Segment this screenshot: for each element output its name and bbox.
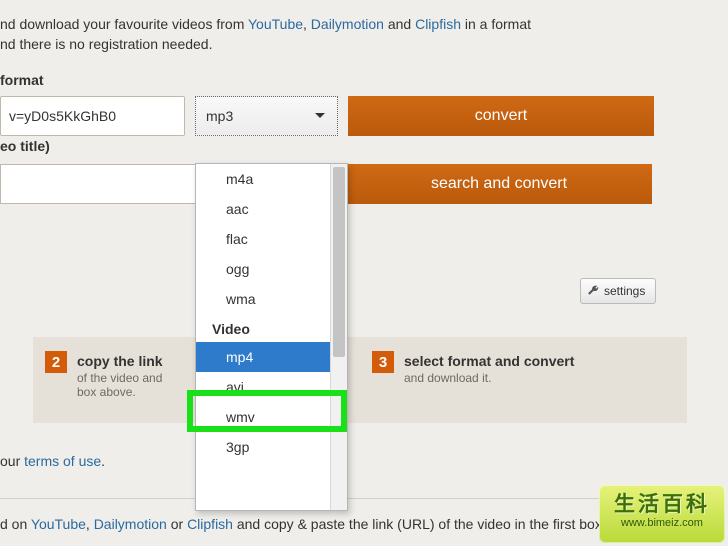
format-select[interactable]: mp3 (195, 96, 338, 136)
watermark: 生活百科 www.bimeiz.com (599, 485, 725, 543)
steps-strip: 2 copy the link of the video and box abo… (33, 337, 687, 423)
dropdown-item-m4a[interactable]: m4a (196, 164, 331, 194)
settings-label: settings (604, 284, 645, 298)
format-select-value: mp3 (206, 108, 233, 124)
video-title-label: eo title) (0, 138, 728, 154)
link-youtube[interactable]: YouTube (248, 16, 303, 32)
footer-link-clipfish[interactable]: Clipfish (187, 516, 233, 532)
watermark-line2: www.bimeiz.com (599, 517, 725, 529)
footer-link-dailymotion[interactable]: Dailymotion (94, 516, 167, 532)
dropdown-item-mp4[interactable]: mp4 (196, 342, 331, 372)
dropdown-item-3gp[interactable]: 3gp (196, 432, 331, 462)
divider (0, 498, 700, 499)
footer-text: d on YouTube, Dailymotion or Clipfish an… (0, 516, 700, 532)
watermark-line1: 生活百科 (599, 485, 725, 518)
url-input[interactable] (0, 96, 185, 136)
link-clipfish[interactable]: Clipfish (415, 16, 461, 32)
dropdown-item-ogg[interactable]: ogg (196, 254, 331, 284)
step-2-desc: of the video and box above. (77, 371, 163, 399)
intro-text: nd download your favourite videos from Y… (0, 0, 728, 58)
search-convert-button[interactable]: search and convert (346, 164, 652, 204)
step-3: 3 select format and convert and download… (360, 337, 687, 423)
dropdown-item-aac[interactable]: aac (196, 194, 331, 224)
dropdown-scrollbar-thumb[interactable] (333, 167, 345, 357)
link-dailymotion[interactable]: Dailymotion (311, 16, 384, 32)
footer-link-youtube[interactable]: YouTube (31, 516, 86, 532)
terms-line: our terms of use. (0, 453, 105, 469)
caret-down-icon (315, 113, 325, 118)
settings-button[interactable]: settings (580, 278, 656, 304)
dropdown-scrollbar[interactable] (330, 164, 347, 510)
dropdown-group-video: Video (196, 314, 331, 342)
dropdown-item-flac[interactable]: flac (196, 224, 331, 254)
terms-link[interactable]: terms of use (24, 453, 101, 469)
step-2-title: copy the link (77, 353, 163, 369)
wrench-icon (587, 285, 599, 297)
format-dropdown: m4a aac flac ogg wma Video mp4 avi wmv 3… (195, 163, 348, 511)
dropdown-item-wma[interactable]: wma (196, 284, 331, 314)
step-3-num: 3 (372, 351, 394, 373)
dropdown-item-wmv[interactable]: wmv (196, 402, 331, 432)
convert-button[interactable]: convert (348, 96, 654, 136)
dropdown-item-avi[interactable]: avi (196, 372, 331, 402)
intro-pre: nd download your favourite videos from (0, 16, 248, 32)
step-3-desc: and download it. (404, 371, 574, 385)
step-3-title: select format and convert (404, 353, 574, 369)
step-2-num: 2 (45, 351, 67, 373)
format-section-label: format (0, 72, 728, 88)
